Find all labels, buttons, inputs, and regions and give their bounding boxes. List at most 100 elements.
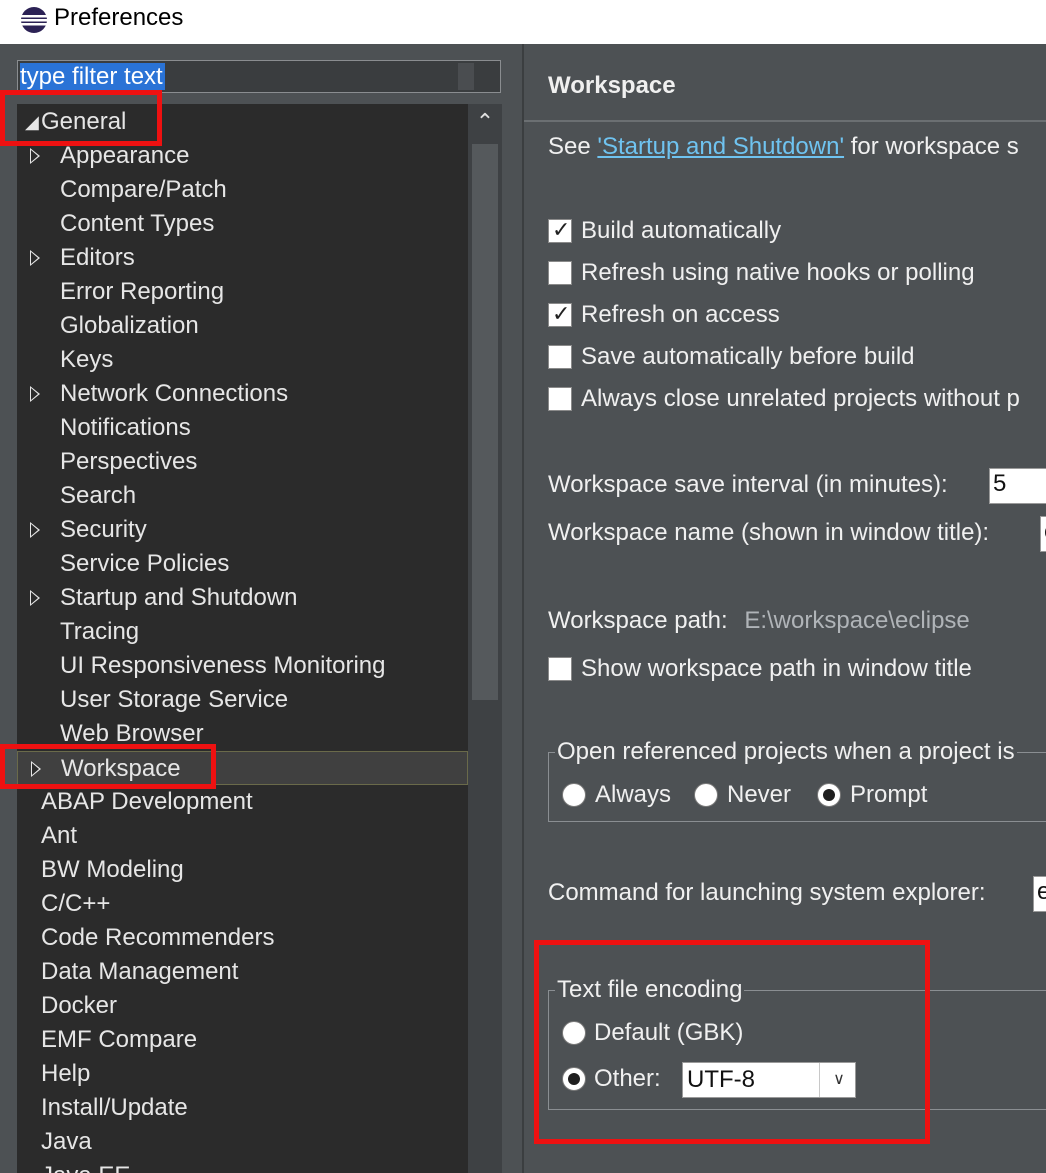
title-separator bbox=[524, 120, 1046, 122]
tree-item[interactable]: Editors bbox=[17, 241, 468, 275]
system-explorer-input[interactable]: e bbox=[1033, 876, 1046, 912]
open-referenced-radio-label: Prompt bbox=[850, 781, 928, 808]
tree-item[interactable]: Keys bbox=[17, 343, 468, 377]
option-checkbox-label: Build automatically bbox=[581, 217, 782, 244]
workspace-path-value: E:\workspace\eclipse bbox=[744, 607, 970, 634]
tree-item[interactable]: Data Management bbox=[17, 955, 468, 989]
tree-item[interactable]: Search bbox=[17, 479, 468, 513]
preference-tree[interactable]: ◢ General Appearance Compare/Patch Content… bbox=[17, 104, 468, 1173]
option-checkbox-label: Refresh on access bbox=[581, 301, 780, 328]
tree-item[interactable]: Content Types bbox=[17, 207, 468, 241]
tree-item[interactable]: EMF Compare bbox=[17, 1023, 468, 1057]
expand-arrow-icon[interactable] bbox=[25, 1071, 29, 1075]
tree-item[interactable]: Security bbox=[17, 513, 468, 547]
collapsed-triangle-icon[interactable] bbox=[30, 250, 40, 266]
tree-item[interactable]: Perspectives bbox=[17, 445, 468, 479]
expand-arrow-icon[interactable] bbox=[25, 799, 29, 803]
title-bar: Preferences bbox=[0, 0, 1046, 44]
open-referenced-radio-label: Never bbox=[727, 781, 792, 808]
tree-item[interactable]: Help bbox=[17, 1057, 468, 1091]
tree-item-label: Perspectives bbox=[60, 448, 198, 475]
expand-arrow-icon[interactable] bbox=[25, 867, 29, 871]
tree-item[interactable]: Error Reporting bbox=[17, 275, 468, 309]
tree-item[interactable]: Java EE bbox=[17, 1159, 468, 1173]
tree-item-label: Startup and Shutdown bbox=[60, 584, 298, 611]
tree-item-label: Java EE bbox=[41, 1159, 130, 1173]
collapsed-triangle-icon[interactable] bbox=[30, 386, 40, 402]
tree-item[interactable]: C/C++ bbox=[17, 887, 468, 921]
eclipse-icon bbox=[21, 7, 47, 33]
expand-arrow-icon[interactable] bbox=[25, 935, 29, 939]
expand-arrow-icon[interactable] bbox=[25, 1003, 29, 1007]
tree-item[interactable]: Docker bbox=[17, 989, 468, 1023]
option-checkbox[interactable] bbox=[548, 345, 572, 369]
tree-item[interactable]: Code Recommenders bbox=[17, 921, 468, 955]
tree-item[interactable]: Service Policies bbox=[17, 547, 468, 581]
show-path-checkbox[interactable] bbox=[548, 657, 572, 681]
expand-arrow-icon[interactable] bbox=[25, 969, 29, 973]
tree-item-label: Search bbox=[60, 482, 137, 509]
workspace-name-label: Workspace name (shown in window title): bbox=[548, 519, 990, 546]
tree-item-label: Content Types bbox=[60, 210, 215, 237]
filter-input[interactable]: type filter text bbox=[17, 60, 501, 93]
open-referenced-radio[interactable] bbox=[817, 783, 841, 807]
tree-item[interactable]: ABAP Development bbox=[17, 785, 468, 819]
scroll-up-arrow-icon[interactable]: ⌃ bbox=[468, 104, 502, 140]
tree-item-label: Ant bbox=[41, 822, 78, 849]
tree-item-label: ABAP Development bbox=[41, 788, 253, 815]
option-checkbox[interactable]: ✓ bbox=[548, 217, 572, 243]
option-checkbox-label: Save automatically before build bbox=[581, 343, 915, 370]
tree-item-label: BW Modeling bbox=[41, 856, 184, 883]
tree-item[interactable]: Ant bbox=[17, 819, 468, 853]
expand-arrow-icon[interactable] bbox=[25, 901, 29, 905]
expand-arrow-icon[interactable] bbox=[25, 1139, 29, 1143]
tree-item[interactable]: UI Responsiveness Monitoring bbox=[17, 649, 468, 683]
tree-item-label: Globalization bbox=[60, 312, 199, 339]
tree-item[interactable]: User Storage Service bbox=[17, 683, 468, 717]
open-referenced-radio[interactable] bbox=[694, 783, 718, 807]
tree-scrollbar[interactable]: ⌃ bbox=[468, 104, 502, 1173]
collapsed-triangle-icon[interactable] bbox=[30, 522, 40, 538]
workspace-path-label: Workspace path: bbox=[548, 607, 728, 634]
startup-shutdown-link[interactable]: 'Startup and Shutdown' bbox=[597, 133, 844, 160]
save-interval-label: Workspace save interval (in minutes): bbox=[548, 471, 948, 498]
tree-item[interactable]: BW Modeling bbox=[17, 853, 468, 887]
option-checkbox-label: Always close unrelated projects without … bbox=[581, 385, 1020, 412]
expand-arrow-icon[interactable] bbox=[25, 1105, 29, 1109]
tree-item-label: User Storage Service bbox=[60, 686, 289, 713]
save-interval-input[interactable]: 5 bbox=[989, 468, 1046, 504]
checkmark-icon: ✓ bbox=[552, 217, 571, 242]
scroll-thumb[interactable] bbox=[472, 144, 498, 700]
show-path-label: Show workspace path in window title bbox=[581, 655, 972, 682]
tree-item-label: Editors bbox=[60, 244, 135, 271]
tree-item[interactable]: Network Connections bbox=[17, 377, 468, 411]
option-checkbox-label: Refresh using native hooks or polling bbox=[581, 259, 975, 286]
window-title: Preferences bbox=[54, 4, 184, 31]
tree-item-label: Data Management bbox=[41, 958, 239, 985]
expand-arrow-icon[interactable] bbox=[25, 1037, 29, 1041]
option-checkbox[interactable] bbox=[548, 387, 572, 411]
tree-item[interactable]: Java bbox=[17, 1125, 468, 1159]
checkmark-icon: ✓ bbox=[552, 301, 571, 326]
collapsed-triangle-icon[interactable] bbox=[30, 148, 40, 164]
tree-item[interactable]: Install/Update bbox=[17, 1091, 468, 1125]
highlight-box-encoding bbox=[534, 940, 930, 1144]
page-title: Workspace bbox=[548, 72, 676, 99]
workspace-name-input[interactable]: e bbox=[1040, 516, 1046, 552]
tree-item[interactable]: Globalization bbox=[17, 309, 468, 343]
option-checkbox[interactable] bbox=[548, 261, 572, 285]
collapsed-triangle-icon[interactable] bbox=[30, 590, 40, 606]
tree-item[interactable]: Compare/Patch bbox=[17, 173, 468, 207]
filter-clear-area bbox=[458, 63, 474, 90]
open-referenced-group-label: Open referenced projects when a project … bbox=[555, 737, 1017, 767]
tree-item[interactable]: Startup and Shutdown bbox=[17, 581, 468, 615]
tree-item[interactable]: Tracing bbox=[17, 615, 468, 649]
expand-arrow-icon[interactable] bbox=[25, 833, 29, 837]
open-referenced-radio[interactable] bbox=[562, 783, 586, 807]
tree-item-label: Docker bbox=[41, 992, 118, 1019]
option-checkbox[interactable]: ✓ bbox=[548, 301, 572, 327]
tree-item-label: Help bbox=[41, 1060, 91, 1087]
tree-item[interactable]: Notifications bbox=[17, 411, 468, 445]
tree-item-label: Tracing bbox=[60, 618, 140, 645]
hint-suffix: for workspace s bbox=[850, 133, 1019, 160]
